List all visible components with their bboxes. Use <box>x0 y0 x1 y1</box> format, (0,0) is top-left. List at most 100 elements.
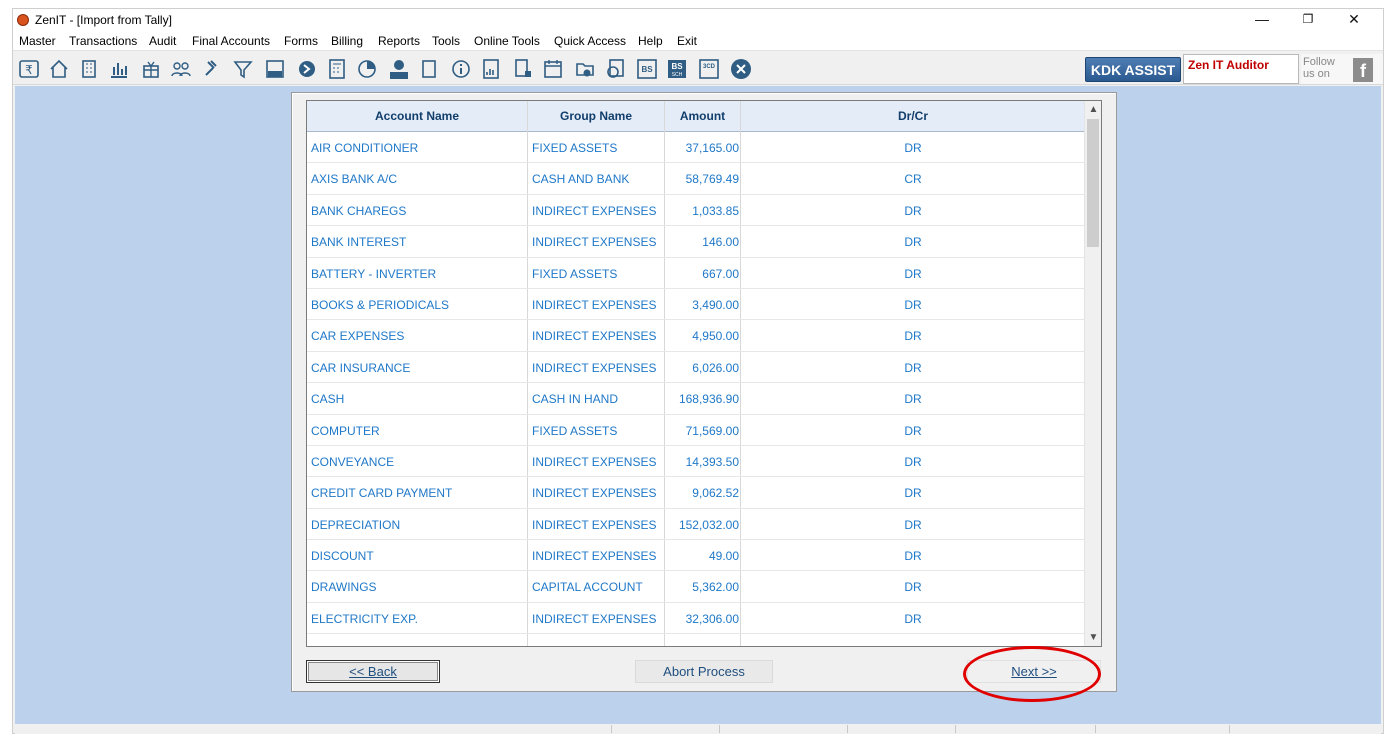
book-icon[interactable] <box>417 57 441 81</box>
close-circle-icon[interactable] <box>729 57 753 81</box>
column-dr-cr[interactable]: Dr/Cr <box>741 101 1085 132</box>
table-row[interactable]: BANK INTEREST INDIRECT EXPENSES 146.00 DR <box>307 226 1085 258</box>
bar-chart-icon[interactable] <box>107 57 131 81</box>
accounts-grid: Account Name Group Name Amount Dr/Cr AIR… <box>306 100 1102 647</box>
minimize-icon[interactable]: — <box>1239 9 1285 31</box>
refresh-doc-icon[interactable] <box>603 57 627 81</box>
amount-cell: 14,393.50 <box>685 454 739 469</box>
dr-cr-cell: DR <box>904 611 922 626</box>
dr-cr-cell: DR <box>904 580 922 595</box>
svg-text:₹: ₹ <box>25 63 33 77</box>
account-name-cell: ELECTRICITY EXP. <box>311 611 418 626</box>
table-row[interactable]: BATTERY - INVERTER FIXED ASSETS 667.00 DR <box>307 258 1085 289</box>
menu-master[interactable]: Master <box>19 34 56 48</box>
dr-cr-cell: DR <box>904 141 922 155</box>
menu-final-accounts[interactable]: Final Accounts <box>192 34 270 48</box>
abort-process-button[interactable]: Abort Process <box>635 660 773 683</box>
home-icon[interactable] <box>47 57 71 81</box>
amount-cell: 168,936.90 <box>678 392 739 407</box>
account-name-cell: BATTERY - INVERTER <box>311 266 437 281</box>
dr-cr-cell: DR <box>904 329 922 344</box>
bs-sch-icon[interactable]: BS SCH <box>665 57 689 81</box>
menu-reports[interactable]: Reports <box>378 34 420 48</box>
gavel-icon[interactable] <box>201 57 225 81</box>
3cd-icon[interactable]: 3CD <box>697 57 721 81</box>
table-row[interactable]: CONVEYANCE INDIRECT EXPENSES 14,393.50 DR <box>307 446 1085 478</box>
account-name-cell: CONVEYANCE <box>311 454 395 469</box>
table-row[interactable]: CAR INSURANCE INDIRECT EXPENSES 6,026.00 DR <box>307 352 1085 384</box>
table-row[interactable]: COMPUTER FIXED ASSETS 71,569.00 DR <box>307 415 1085 446</box>
next-button[interactable]: Next >> <box>967 660 1101 683</box>
table-row[interactable]: AIR CONDITIONER FIXED ASSETS 37,165.00 DR <box>307 132 1085 164</box>
table-row[interactable]: BANK CHAREGS INDIRECT EXPENSES 1,033.85 DR <box>307 195 1085 227</box>
dr-cr-cell: DR <box>904 486 922 501</box>
dr-cr-cell: DR <box>904 360 922 375</box>
group-name-cell: FIXED ASSETS <box>532 141 618 155</box>
table-row[interactable]: CREDIT CARD PAYMENT INDIRECT EXPENSES 9,06… <box>307 477 1085 509</box>
facebook-icon[interactable]: f <box>1353 58 1373 82</box>
scroll-thumb[interactable] <box>1087 119 1099 247</box>
document-icon[interactable] <box>511 57 535 81</box>
report-icon[interactable] <box>479 57 503 81</box>
table-row[interactable]: AXIS BANK A/C CASH AND BANK 58,769.49 CR <box>307 163 1085 195</box>
menu-quick-access[interactable]: Quick Access <box>554 34 626 48</box>
svg-text:SCH: SCH <box>672 72 683 78</box>
menu-tools[interactable]: Tools <box>432 34 460 48</box>
table-row[interactable]: DEPRECIATION INDIRECT EXPENSES 152,032.00 D… <box>307 509 1085 541</box>
bs-icon[interactable]: BS <box>635 57 659 81</box>
restore-icon[interactable]: ❐ <box>1285 9 1331 31</box>
rupee-icon[interactable]: ₹ <box>17 57 41 81</box>
menu-exit[interactable]: Exit <box>677 34 697 48</box>
gift-icon[interactable] <box>139 57 163 81</box>
group-name-cell: FIXED ASSETS <box>532 423 618 438</box>
close-icon[interactable]: ✕ <box>1331 9 1377 31</box>
menu-online-tools[interactable]: Online Tools <box>474 34 540 48</box>
scroll-up-icon[interactable]: ▲ <box>1085 101 1101 118</box>
menu-forms[interactable]: Forms <box>284 34 318 48</box>
filter-icon[interactable] <box>231 57 255 81</box>
table-row[interactable]: CAR EXPENSES INDIRECT EXPENSES 4,950.00 DR <box>307 320 1085 352</box>
kdk-assist-button[interactable]: KDK ASSIST <box>1085 57 1181 82</box>
app-logo-icon <box>17 14 29 26</box>
amount-cell: 6,026.00 <box>692 360 739 375</box>
users-icon[interactable] <box>169 57 193 81</box>
dr-cr-cell: DR <box>904 392 922 407</box>
svg-text:BS: BS <box>671 62 683 71</box>
menu-audit[interactable]: Audit <box>149 34 176 48</box>
title-bar: ZenIT - [Import from Tally] — ❐ ✕ <box>13 9 1383 31</box>
vertical-scrollbar[interactable]: ▲ ▼ <box>1084 101 1101 646</box>
pie-icon[interactable] <box>355 57 379 81</box>
arrows-icon[interactable] <box>295 57 319 81</box>
table-row[interactable]: CASH CASH IN HAND 168,936.90 DR <box>307 383 1085 415</box>
back-label: << Back <box>349 664 397 679</box>
account-name-cell: COMPUTER <box>311 423 380 438</box>
amount-cell: 1,033.85 <box>692 203 739 218</box>
info-icon[interactable] <box>449 57 473 81</box>
table-row[interactable]: ELECTRICITY EXP. INDIRECT EXPENSES 32,306.… <box>307 603 1085 635</box>
table-row[interactable]: DISCOUNT INDIRECT EXPENSES 49.00 DR <box>307 540 1085 572</box>
table-row[interactable]: DRAWINGS CAPITAL ACCOUNT 5,362.00 DR <box>307 571 1085 603</box>
zen-it-auditor-link[interactable]: Zen IT Auditor <box>1183 54 1299 84</box>
account-name-cell: AIR CONDITIONER <box>311 141 419 155</box>
building-icon[interactable] <box>77 57 101 81</box>
calculator-icon[interactable] <box>325 57 349 81</box>
scroll-down-icon[interactable]: ▼ <box>1085 629 1101 646</box>
pay-icon[interactable] <box>387 57 411 81</box>
account-name-cell: CAR EXPENSES <box>311 329 405 344</box>
menu-help[interactable]: Help <box>638 34 663 48</box>
tax-calculator-icon[interactable] <box>263 57 287 81</box>
dr-cr-cell: DR <box>904 454 922 469</box>
menu-transactions[interactable]: Transactions <box>69 34 137 48</box>
folder-add-icon[interactable] <box>573 57 597 81</box>
calendar-icon[interactable] <box>541 57 565 81</box>
menu-billing[interactable]: Billing <box>331 34 363 48</box>
column-account-name[interactable]: Account Name <box>307 101 528 132</box>
back-button[interactable]: << Back <box>306 660 440 683</box>
amount-cell: 71,569.00 <box>685 423 739 438</box>
table-row[interactable]: BOOKS & PERIODICALS INDIRECT EXPENSES 3,49… <box>307 289 1085 321</box>
abort-label: Abort Process <box>663 664 745 679</box>
account-name-cell: BANK CHAREGS <box>311 203 407 218</box>
column-amount[interactable]: Amount <box>665 101 741 132</box>
status-bar <box>15 724 1381 734</box>
column-group-name[interactable]: Group Name <box>528 101 665 132</box>
